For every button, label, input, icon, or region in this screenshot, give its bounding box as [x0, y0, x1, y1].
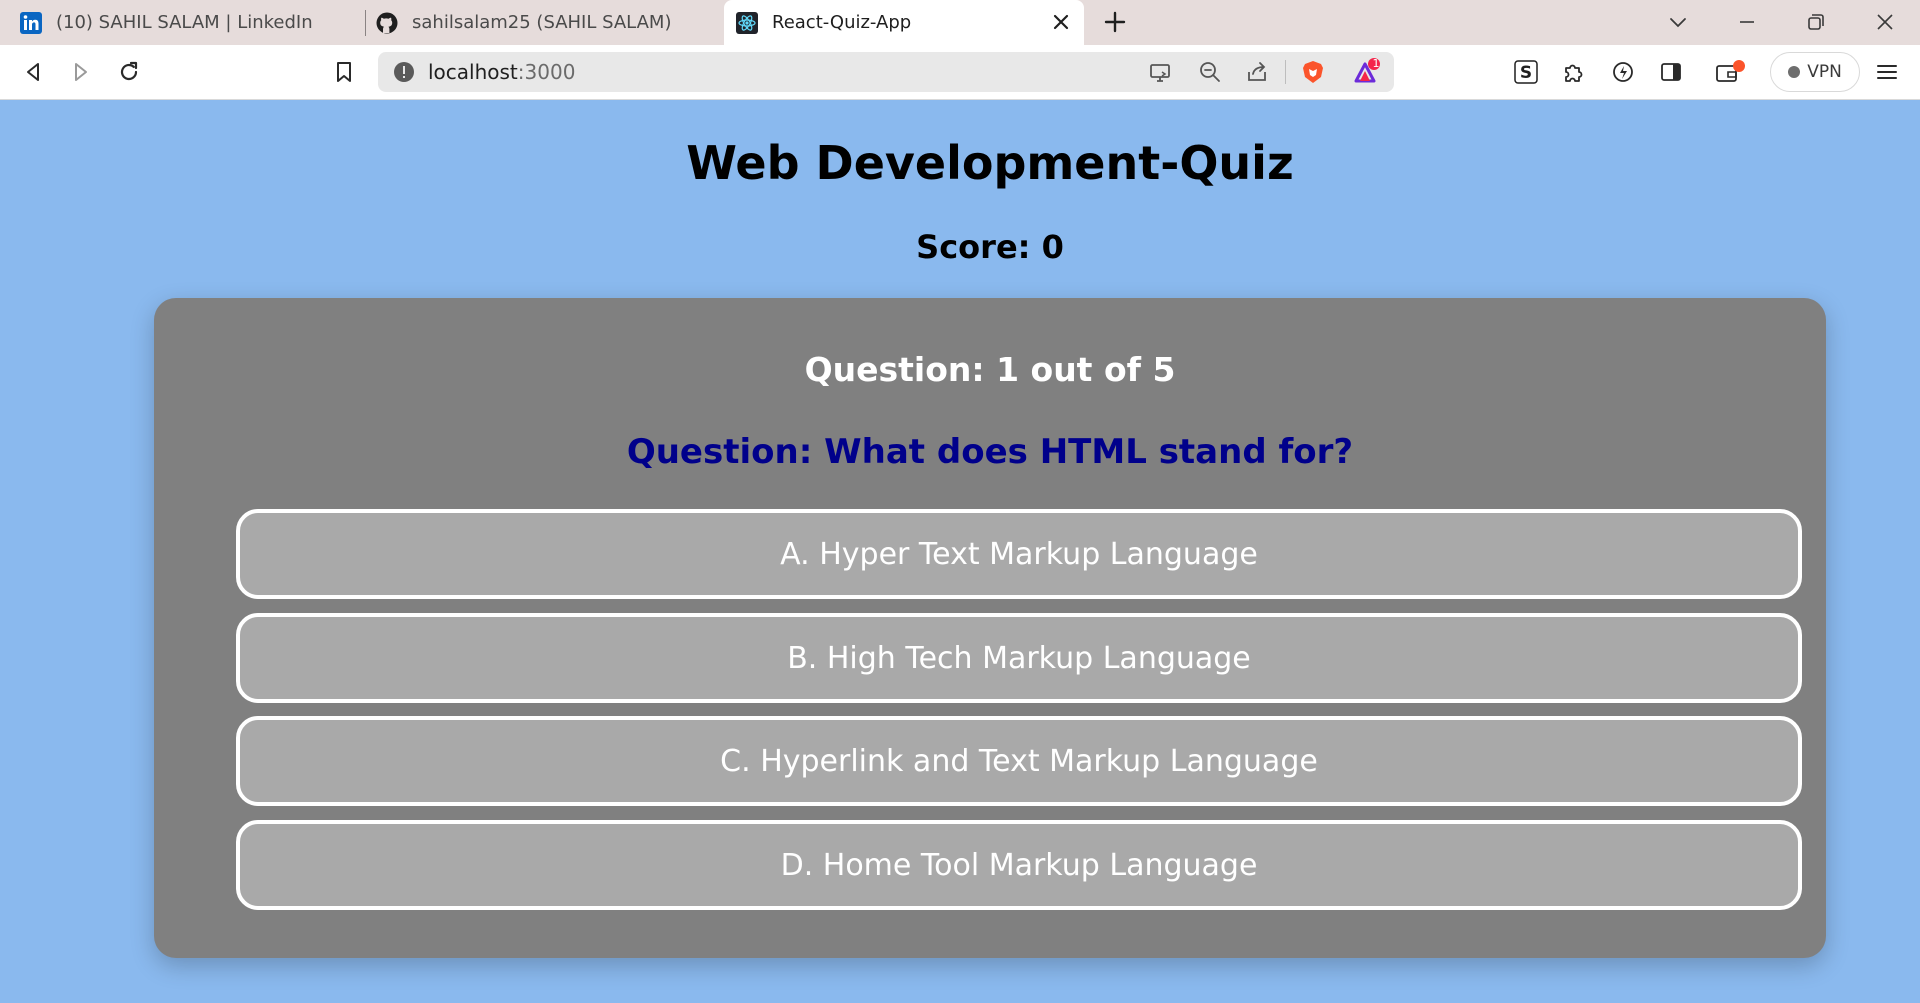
tab-react-quiz-app[interactable]: React-Quiz-App [724, 0, 1084, 45]
score-display: Score: 0 [916, 228, 1064, 266]
browser-toolbar: localhost:3000 1 S VPN [0, 45, 1920, 100]
page-title: Web Development-Quiz [686, 136, 1294, 190]
react-icon [736, 11, 758, 34]
wallet-icon[interactable] [1714, 59, 1746, 85]
tab-separator [365, 10, 366, 36]
new-tab-icon[interactable] [1103, 10, 1127, 34]
tab-title: (10) SAHIL SALAM | LinkedIn [56, 12, 313, 33]
sidebar-icon[interactable] [1658, 59, 1684, 85]
url-host: localhost [428, 60, 518, 84]
menu-hamburger-icon[interactable] [1874, 59, 1900, 85]
share-icon[interactable] [1245, 60, 1269, 84]
extensions-puzzle-icon[interactable] [1561, 59, 1587, 85]
quiz-card: Question: 1 out of 5 Question: What does… [154, 298, 1826, 958]
vpn-status-dot [1788, 66, 1801, 78]
close-tab-icon[interactable] [1050, 11, 1072, 33]
address-bar[interactable]: localhost:3000 1 [378, 52, 1394, 92]
speedreader-icon[interactable] [1610, 59, 1636, 85]
answer-option-b[interactable]: B. High Tech Markup Language [236, 613, 1802, 703]
tab-strip: (10) SAHIL SALAM | LinkedIn sahilsalam25… [0, 0, 1920, 45]
question-counter: Question: 1 out of 5 [804, 350, 1176, 389]
tab-title: sahilsalam25 (SAHIL SALAM) [412, 12, 672, 33]
zoom-out-icon[interactable] [1198, 60, 1222, 84]
cast-icon[interactable] [1148, 60, 1172, 84]
tab-github[interactable]: sahilsalam25 (SAHIL SALAM) [376, 0, 716, 45]
back-icon[interactable] [20, 59, 46, 85]
tab-title: React-Quiz-App [772, 12, 912, 33]
vpn-label: VPN [1807, 62, 1842, 82]
omnibox-divider [1285, 60, 1286, 84]
github-icon [376, 12, 398, 33]
forward-icon[interactable] [68, 59, 94, 85]
tab-linkedin[interactable]: (10) SAHIL SALAM | LinkedIn [20, 0, 360, 45]
reload-icon[interactable] [116, 59, 142, 85]
rewards-badge-count: 1 [1372, 57, 1380, 70]
answer-option-c[interactable]: C. Hyperlink and Text Markup Language [236, 716, 1802, 806]
restore-icon[interactable] [1804, 10, 1828, 34]
bookmark-icon[interactable] [331, 59, 357, 85]
url-port: :3000 [517, 60, 576, 84]
svg-text:S: S [1520, 63, 1532, 83]
tab-list-chevron-icon[interactable] [1666, 10, 1690, 34]
answer-option-d[interactable]: D. Home Tool Markup Language [236, 820, 1802, 910]
minimize-icon[interactable] [1735, 10, 1759, 34]
site-info-icon[interactable] [392, 60, 416, 84]
url-text: localhost:3000 [428, 60, 575, 84]
question-text: Question: What does HTML stand for? [626, 432, 1354, 472]
linkedin-icon [20, 11, 42, 34]
close-window-icon[interactable] [1873, 10, 1897, 34]
extension-s-icon[interactable]: S [1513, 59, 1539, 85]
brave-shields-icon[interactable] [1300, 59, 1326, 85]
answer-option-a[interactable]: A. Hyper Text Markup Language [236, 509, 1802, 599]
vpn-button[interactable]: VPN [1770, 52, 1860, 92]
